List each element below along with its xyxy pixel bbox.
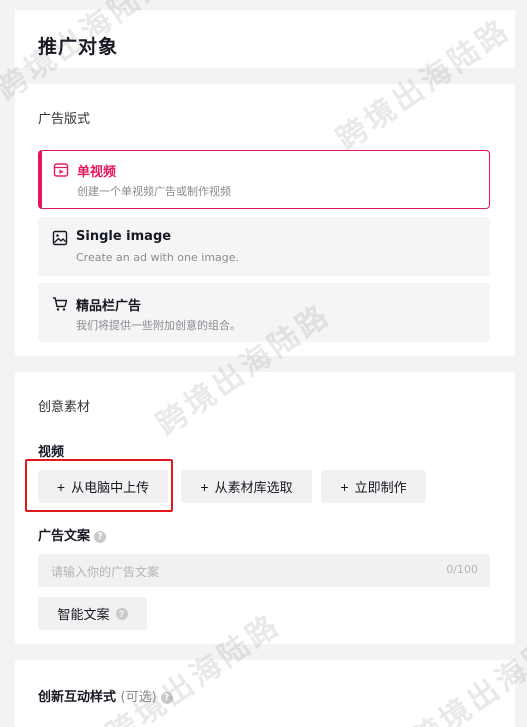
option-title: 单视频: [77, 165, 117, 180]
option-title: 精品栏广告: [76, 299, 142, 314]
video-label: 视频: [38, 445, 65, 460]
help-icon: ?: [115, 607, 128, 620]
help-icon[interactable]: ?: [160, 691, 173, 704]
plus-icon: +: [340, 478, 349, 495]
ad-text-placeholder: 请输入你的广告文案: [51, 565, 160, 579]
ad-format-title: 广告版式: [38, 112, 91, 127]
ad-text-label-text: 广告文案: [38, 529, 91, 544]
option-desc: 我们将提供一些附加创意的组合。: [76, 319, 241, 332]
plus-icon: +: [200, 478, 209, 495]
creative-card: 创意素材 视频 + 从电脑中上传 + 从素材库选取 + 立即制作 广告文案? 请…: [15, 372, 515, 644]
ad-text-input[interactable]: 请输入你的广告文案 0/100: [38, 554, 490, 587]
button-label: 智能文案: [57, 607, 110, 622]
image-icon: [52, 230, 68, 246]
option-desc: Create an ad with one image.: [76, 251, 240, 264]
ad-text-label: 广告文案?: [38, 525, 107, 544]
button-label: 立即制作: [354, 480, 407, 495]
option-desc: 创建一个单视频广告或制作视频: [77, 185, 231, 198]
interactive-card: 创新互动样式 (可选)?: [15, 660, 515, 727]
optional-tag: (可选): [120, 690, 157, 705]
format-option-single-video[interactable]: 单视频 创建一个单视频广告或制作视频: [38, 150, 490, 209]
char-count: 0/100: [446, 563, 478, 576]
page: 推广对象 广告版式 单视频 创建一个单视频广告或制作视频 Single imag…: [0, 0, 527, 727]
format-option-collection[interactable]: 精品栏广告 我们将提供一些附加创意的组合。: [38, 283, 490, 342]
button-label: 从素材库选取: [214, 480, 293, 495]
create-now-button[interactable]: + 立即制作: [321, 470, 426, 503]
format-option-single-image[interactable]: Single image Create an ad with one image…: [38, 217, 490, 276]
option-title: Single image: [76, 229, 172, 244]
smart-text-button[interactable]: 智能文案?: [38, 597, 147, 630]
video-icon: [53, 163, 69, 177]
annotation-highlight-box: [25, 459, 173, 512]
ad-format-card: 广告版式 单视频 创建一个单视频广告或制作视频 Single image Cre…: [15, 84, 515, 356]
page-title: 推广对象: [38, 36, 119, 58]
cart-icon: [53, 297, 68, 311]
top-card: 推广对象: [15, 10, 515, 68]
select-from-library-button[interactable]: + 从素材库选取: [181, 470, 312, 503]
creative-title: 创意素材: [38, 400, 91, 415]
interactive-title-text: 创新互动样式: [38, 690, 117, 705]
help-icon[interactable]: ?: [94, 530, 107, 543]
interactive-title: 创新互动样式 (可选)?: [38, 686, 173, 705]
